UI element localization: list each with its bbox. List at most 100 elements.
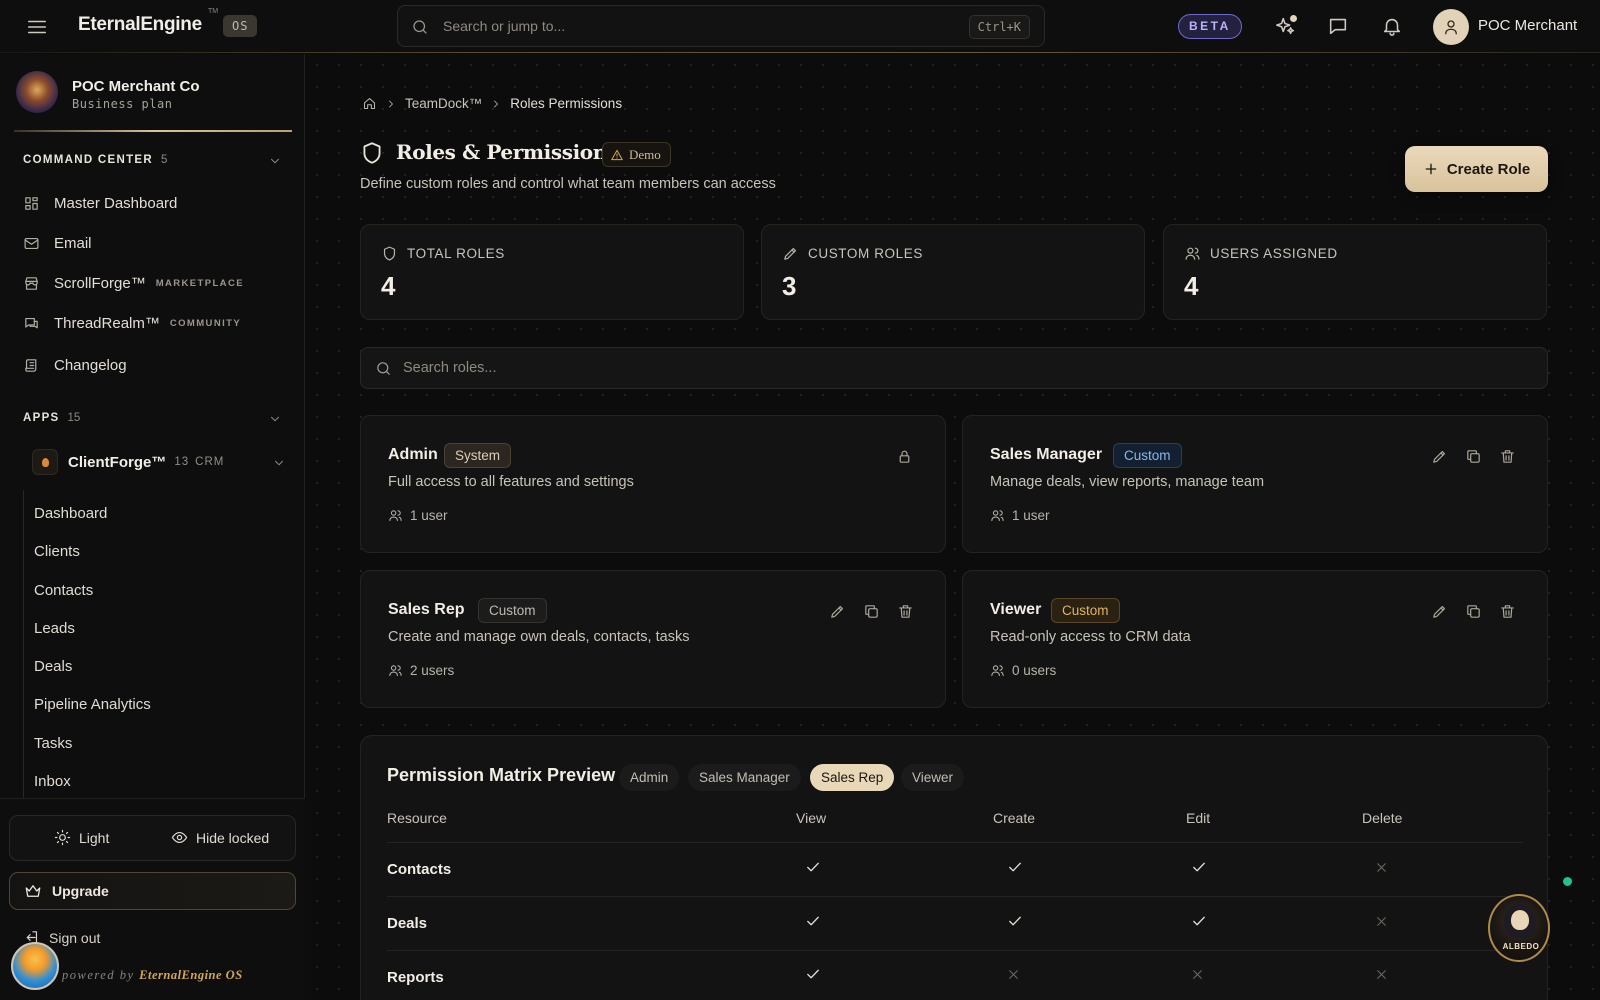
sidebar-item-changelog[interactable]: Changelog [23, 354, 127, 376]
sidebar-item-inbox[interactable]: Inbox [34, 773, 71, 790]
sidebar-item-scrollforge[interactable]: ScrollForge™ MARKETPLACE [23, 272, 244, 294]
table-row-resource: Reports [387, 969, 444, 986]
role-card-sales-manager[interactable]: Sales Manager Custom Manage deals, view … [962, 415, 1548, 553]
role-users: 2 users [388, 663, 454, 678]
sidebar-footer: Light Hide locked Upgrade Sign out power… [0, 798, 305, 1000]
brand-logo[interactable]: EternalEngine [78, 14, 202, 36]
assistant-avatar-button[interactable]: ALBEDO [1488, 894, 1550, 962]
workspace-divider [14, 130, 292, 132]
role-users: 1 user [990, 508, 1050, 523]
role-users-count: 2 users [410, 663, 455, 678]
sidebar-item-tasks[interactable]: Tasks [34, 735, 72, 752]
tab-sales-manager[interactable]: Sales Manager [688, 764, 801, 791]
stat-card-users-assigned: USERS ASSIGNED 4 [1163, 224, 1547, 320]
global-search-input[interactable]: Search or jump to... Ctrl+K [397, 5, 1045, 47]
chevron-down-icon[interactable] [268, 412, 282, 426]
bell-icon[interactable] [1381, 15, 1403, 37]
trash-icon[interactable] [1499, 603, 1516, 620]
duplicate-icon[interactable] [1465, 448, 1482, 465]
avatar[interactable] [1433, 9, 1469, 45]
hamburger-menu-button[interactable] [26, 16, 48, 38]
column-header-delete: Delete [1362, 810, 1403, 826]
sidebar-item-email[interactable]: Email [23, 232, 92, 254]
role-search-input[interactable] [403, 348, 1523, 388]
home-icon[interactable] [362, 96, 377, 111]
command-center-label: COMMAND CENTER [23, 154, 153, 166]
create-role-button[interactable]: Create Role [1405, 146, 1548, 192]
flame-icon [32, 449, 58, 475]
chevron-down-icon[interactable] [272, 456, 286, 470]
role-badge: Custom [1113, 443, 1182, 468]
marketplace-tag: MARKETPLACE [155, 277, 244, 289]
trash-icon[interactable] [897, 603, 914, 620]
global-search-placeholder: Search or jump to... [443, 18, 566, 34]
scroll-icon [25, 358, 37, 372]
theme-toggle-button[interactable]: Light [54, 829, 109, 846]
stat-label: CUSTOM ROLES [782, 245, 923, 262]
page-title: Roles & Permissions [396, 140, 618, 164]
chevron-right-icon [490, 98, 502, 110]
stat-label-text: TOTAL ROLES [407, 246, 505, 261]
role-name: Sales Manager [990, 446, 1103, 463]
apps-header[interactable]: APPS 15 [23, 412, 80, 424]
users-icon [991, 665, 1004, 677]
search-icon [377, 362, 390, 375]
role-description: Read-only access to CRM data [990, 629, 1191, 645]
breadcrumb-teamdock[interactable]: TeamDock™ [405, 96, 482, 111]
sidebar-item-leads[interactable]: Leads [34, 620, 75, 637]
pencil-icon [784, 247, 797, 260]
community-tag: COMMUNITY [169, 317, 242, 329]
trash-icon[interactable] [1499, 448, 1516, 465]
upgrade-label: Upgrade [52, 883, 109, 899]
stat-label: TOTAL ROLES [381, 245, 505, 262]
powered-by-prefix: powered by [62, 968, 135, 982]
users-icon [991, 510, 1004, 522]
check-icon [1190, 912, 1210, 932]
app-clientforge[interactable]: ClientForge™ 13 CRM [32, 448, 224, 476]
sidebar-item-clients[interactable]: Clients [34, 543, 80, 560]
edit-icon[interactable] [1431, 448, 1448, 465]
check-icon [1006, 858, 1026, 878]
workspace-logo[interactable] [16, 71, 58, 113]
sidebar-item-deals[interactable]: Deals [34, 658, 72, 675]
sidebar-item-contacts[interactable]: Contacts [34, 582, 93, 599]
role-card-viewer[interactable]: Viewer Custom Read-only access to CRM da… [962, 570, 1548, 708]
role-card-admin[interactable]: Admin System Full access to all features… [360, 415, 946, 553]
sidebar-item-pipeline-analytics[interactable]: Pipeline Analytics [34, 696, 151, 713]
tab-admin[interactable]: Admin [619, 764, 680, 791]
beta-badge[interactable]: BETA [1178, 14, 1242, 39]
chevron-down-icon[interactable] [268, 154, 282, 168]
shield-icon [359, 140, 385, 166]
check-icon [1006, 912, 1026, 932]
upgrade-button[interactable]: Upgrade [9, 872, 296, 910]
role-description: Manage deals, view reports, manage team [990, 474, 1265, 490]
edit-icon[interactable] [829, 603, 846, 620]
stat-value: 4 [1184, 271, 1199, 301]
submenu-rail [23, 490, 24, 846]
duplicate-icon[interactable] [1465, 603, 1482, 620]
messages-icon[interactable] [1327, 15, 1349, 37]
edit-icon[interactable] [1431, 603, 1448, 620]
sidebar-item-master-dashboard[interactable]: Master Dashboard [23, 192, 177, 214]
view-toggles: Light Hide locked [9, 815, 296, 861]
hide-locked-toggle-button[interactable]: Hide locked [171, 829, 269, 846]
profile-name[interactable]: POC Merchant [1478, 17, 1577, 34]
shield-icon [383, 246, 396, 261]
brand-trademark: TM [208, 8, 219, 15]
island-avatar[interactable] [11, 942, 59, 990]
sidebar-item-threadrealm[interactable]: ThreadRealm™ COMMUNITY [23, 312, 241, 334]
duplicate-icon[interactable] [863, 603, 880, 620]
stat-label-text: CUSTOM ROLES [808, 246, 923, 261]
tab-sales-rep[interactable]: Sales Rep [810, 764, 895, 791]
sidebar-item-dashboard[interactable]: Dashboard [34, 505, 107, 522]
table-divider [387, 896, 1523, 897]
command-center-header[interactable]: COMMAND CENTER 5 [23, 154, 167, 166]
permission-matrix: Permission Matrix Preview Admin Sales Ma… [360, 735, 1548, 1000]
tab-viewer[interactable]: Viewer [901, 764, 965, 791]
x-icon [1374, 967, 1394, 987]
role-name: Viewer [990, 601, 1042, 618]
role-card-sales-rep[interactable]: Sales Rep Custom Create and manage own d… [360, 570, 946, 708]
workspace-name[interactable]: POC Merchant Co [72, 78, 200, 95]
column-header-view: View [796, 810, 827, 826]
breadcrumb: TeamDock™ Roles Permissions [362, 96, 622, 111]
